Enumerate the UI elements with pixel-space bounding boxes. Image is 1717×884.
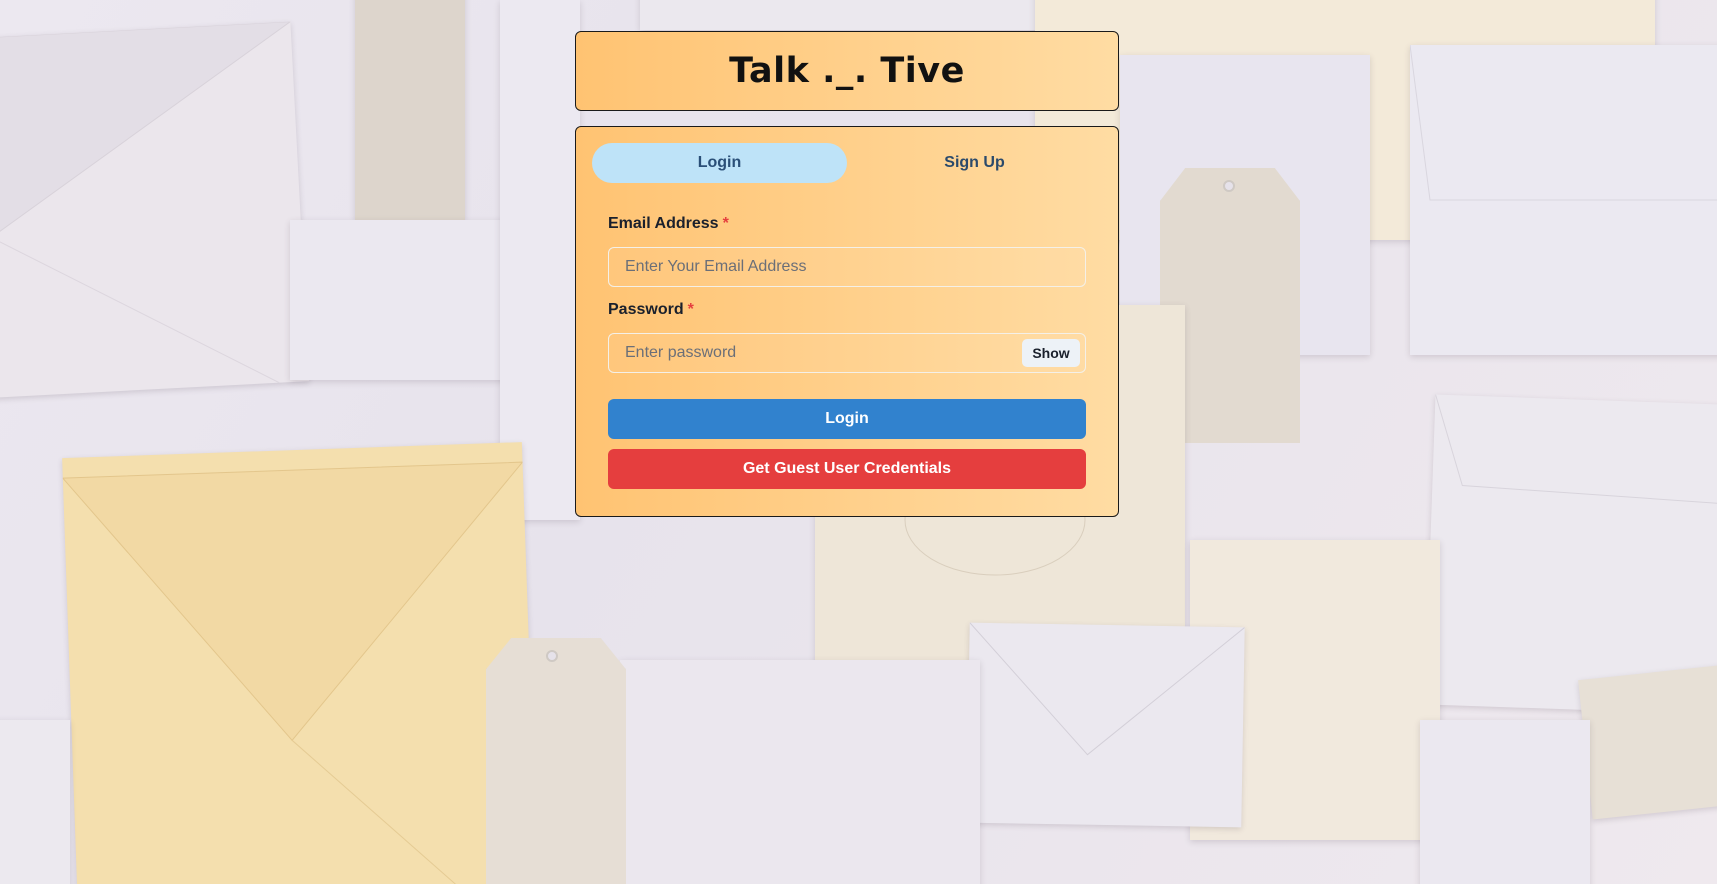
- required-mark: *: [687, 301, 694, 318]
- app-header: Talk ._. Tive: [575, 31, 1119, 111]
- gift-tag-shape: [1578, 664, 1717, 820]
- envelope-shape: [640, 0, 1040, 30]
- tab-sign-up[interactable]: Sign Up: [847, 143, 1102, 183]
- envelope-shape: [1424, 394, 1717, 716]
- password-label: Password *: [608, 301, 1086, 325]
- gift-tag-shape: [486, 638, 626, 884]
- password-field-group: Password * Show: [608, 301, 1086, 373]
- tab-login[interactable]: Login: [592, 143, 847, 183]
- gift-tag-shape: [355, 0, 465, 220]
- app-title: Talk ._. Tive: [729, 51, 965, 91]
- email-field-group: Email Address *: [608, 215, 1086, 287]
- login-button[interactable]: Login: [608, 399, 1086, 439]
- envelope-shape: [0, 720, 70, 884]
- login-form: Email Address* Password* Show Login Get …: [592, 183, 1102, 489]
- password-label-text: Password: [608, 301, 684, 318]
- required-mark: *: [722, 215, 729, 232]
- password-input[interactable]: [608, 333, 1086, 373]
- envelope-shape: [1410, 45, 1717, 355]
- guest-credentials-button[interactable]: Get Guest User Credentials: [608, 449, 1086, 489]
- envelope-shape: [1420, 720, 1590, 884]
- email-input-wrapper: [608, 247, 1086, 287]
- auth-tabs: Login Sign Up: [592, 143, 1102, 183]
- email-input[interactable]: [608, 247, 1086, 287]
- email-label-text: Email Address: [608, 215, 719, 232]
- envelope-shape: [620, 660, 980, 884]
- envelope-shape: [62, 442, 538, 884]
- email-label: Email Address *: [608, 215, 1086, 239]
- envelope-shape: [966, 622, 1245, 828]
- password-input-wrapper: Show: [608, 333, 1086, 373]
- auth-card: Login Sign Up Email Address* Password* S…: [575, 126, 1119, 517]
- show-password-button[interactable]: Show: [1022, 339, 1080, 367]
- envelope-shape: [0, 21, 310, 399]
